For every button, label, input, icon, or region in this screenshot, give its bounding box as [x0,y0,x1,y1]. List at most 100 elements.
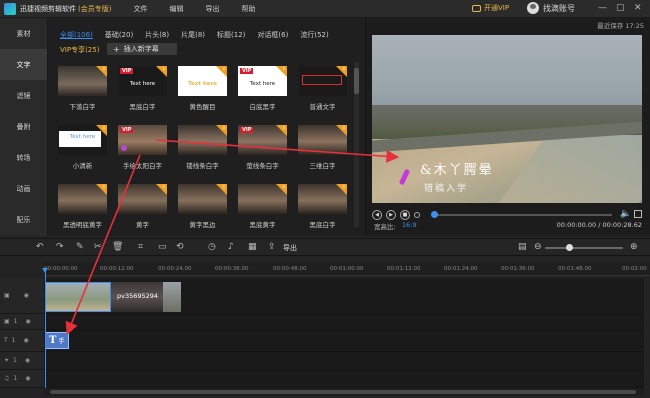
mosaic-icon[interactable]: ▦ [248,243,257,252]
tab-vip[interactable]: VIP专享(25) [60,45,99,55]
text-clip[interactable]: T 手 [45,332,69,349]
template-tile[interactable]: VIP Text here ↓ 黑底白字 [118,66,167,111]
template-tile[interactable]: ↓ 黄字黑边 [178,184,227,229]
sidebar-item-material[interactable]: 素材 [0,18,47,49]
template-tile[interactable]: ↓ 黑底白字 [298,184,347,229]
tab-basic[interactable]: 基础(20) [105,30,133,40]
fullscreen-icon[interactable] [634,210,642,218]
close-button[interactable]: ✕ [634,3,642,13]
insert-subtitle-button[interactable]: + 插入新字幕 [107,43,177,55]
playhead[interactable] [45,270,46,388]
scrollbar-thumb[interactable] [50,390,636,394]
template-tile[interactable]: ↓ 黑透明底黄字 [58,184,107,229]
template-tile[interactable]: Text here ↓ 小清新 [58,125,107,170]
eye-icon[interactable]: ◉ [25,357,30,364]
tab-title[interactable]: 标题(12) [217,30,245,40]
play-button[interactable]: ▶ [386,210,396,220]
minimize-button[interactable]: — [598,3,607,13]
menu-file[interactable]: 文件 [133,4,147,14]
tab-dialog[interactable]: 对话框(6) [257,30,288,40]
prev-frame-button[interactable]: ◀ [372,210,382,220]
sidebar-item-filter[interactable]: 滤镜 [0,80,47,111]
export-button[interactable]: 导出 [283,243,297,253]
title-bar: 迅捷视频剪辑软件 (会员专版) 文件 编辑 导出 帮助 开通VIP 找滴账号 —… [0,0,650,18]
music-track[interactable] [44,370,644,388]
timeline-scrollbar[interactable] [44,388,644,396]
template-tile[interactable]: VIP ↓ 萤线条白字 [238,125,287,170]
sidebar-item-transition[interactable]: 转场 [0,142,47,173]
delete-icon[interactable]: 🗑 [112,243,123,252]
zoom-handle[interactable] [566,244,573,251]
zoom-in-icon[interactable]: ⊕ [630,243,638,252]
open-vip-button[interactable]: 开通VIP [472,3,509,13]
sidebar-item-text[interactable]: 文字 [0,49,47,80]
caption-line-2[interactable]: 错稿入学 [424,181,468,194]
edit-icon[interactable]: ✎ [76,243,84,252]
stop-button[interactable]: ■ [400,210,410,220]
tab-popular[interactable]: 流行(52) [300,30,328,40]
template-label: 下落白字 [69,103,96,111]
clock-icon[interactable]: ◷ [208,243,216,252]
scrollbar-thumb[interactable] [354,68,359,94]
video-preview[interactable]: &木丫腭晕 错稿入学 [372,35,642,203]
template-tile[interactable]: ↓ 普通文字 [298,66,347,111]
export-icon[interactable]: ⇪ [268,243,276,252]
mic-icon[interactable]: ♪ [228,243,234,252]
crop-icon[interactable]: ⌗ [138,243,143,252]
seek-bar[interactable] [431,211,612,218]
template-tile[interactable]: Text here ↓ 黄色醒目 [178,66,227,111]
rotate-icon[interactable]: ⟲ [176,243,184,252]
template-thumbnail: ↓ [298,125,347,155]
zoom-out-icon[interactable]: ⊖ [534,243,542,252]
time-ruler[interactable]: 00:00:00.00 00:00:12.00 00:00:24.00 00:0… [44,262,650,276]
maximize-button[interactable]: ▢ [616,3,625,13]
template-label: 黑底黄字 [249,221,276,229]
template-tile[interactable]: ↓ 黄字 [118,184,167,229]
undo-icon[interactable]: ↶ [36,243,44,252]
seek-handle[interactable] [431,211,438,218]
track-header-effect: ✦ 1 ◉ [0,352,44,370]
template-tile[interactable]: ↓ 三维白字 [298,125,347,170]
speaker-icon[interactable]: ◉ [25,375,30,382]
video-clip[interactable] [163,282,181,312]
aspect-ratio-select[interactable]: 16:9 [402,221,417,229]
caption-line-1[interactable]: &木丫腭晕 [420,159,494,178]
menu-help[interactable]: 帮助 [241,4,255,14]
template-tile[interactable]: VIP Text here ↓ 白底黑字 [238,66,287,111]
tab-all[interactable]: 全部(106) [60,30,93,40]
sidebar-item-label: 动画 [16,184,31,193]
player-controls: ◀ ▶ ■ 🔈 [372,208,644,222]
overlay-track[interactable] [44,314,644,330]
template-tile[interactable]: ↓ 镂线条白字 [178,125,227,170]
template-tile[interactable]: VIP 手绘太阳白字 [118,125,167,170]
speed-icon[interactable]: ▭ [158,243,167,252]
library-scrollbar[interactable] [354,62,359,227]
template-label: 萤线条白字 [246,162,279,170]
sidebar-item-animation[interactable]: 动画 [0,173,47,204]
text-track[interactable] [44,330,644,352]
overlay-track-icon: ▣ [4,318,10,325]
eye-icon[interactable]: ◉ [24,337,29,344]
menu-export[interactable]: 导出 [205,4,219,14]
tab-intro[interactable]: 片头(8) [145,30,169,40]
split-icon[interactable]: ✂ [94,243,102,252]
eye-icon[interactable]: ◉ [26,318,31,325]
menu-edit[interactable]: 编辑 [169,4,183,14]
sidebar-item-overlay[interactable]: 叠附 [0,111,47,142]
avatar-icon [527,2,539,14]
template-tile[interactable]: ↓ 下落白字 [58,66,107,111]
template-thumbnail: VIP Text here ↓ [238,66,287,96]
fit-icon[interactable]: ▤ [518,243,527,252]
zoom-slider[interactable] [545,247,623,249]
effect-track[interactable] [44,352,644,370]
volume-icon[interactable]: 🔈 [620,209,631,219]
video-clip[interactable] [45,282,111,312]
tab-outro[interactable]: 片尾(8) [181,30,205,40]
account-button[interactable]: 找滴账号 [527,2,575,14]
sidebar-item-music[interactable]: 配乐 [0,204,47,235]
redo-icon[interactable]: ↷ [56,243,64,252]
eye-icon[interactable]: ◉ [24,292,29,299]
mark-button[interactable] [414,212,420,218]
template-label: 黑透明底黄字 [63,221,102,229]
template-tile[interactable]: ↓ 黑底黄字 [238,184,287,229]
